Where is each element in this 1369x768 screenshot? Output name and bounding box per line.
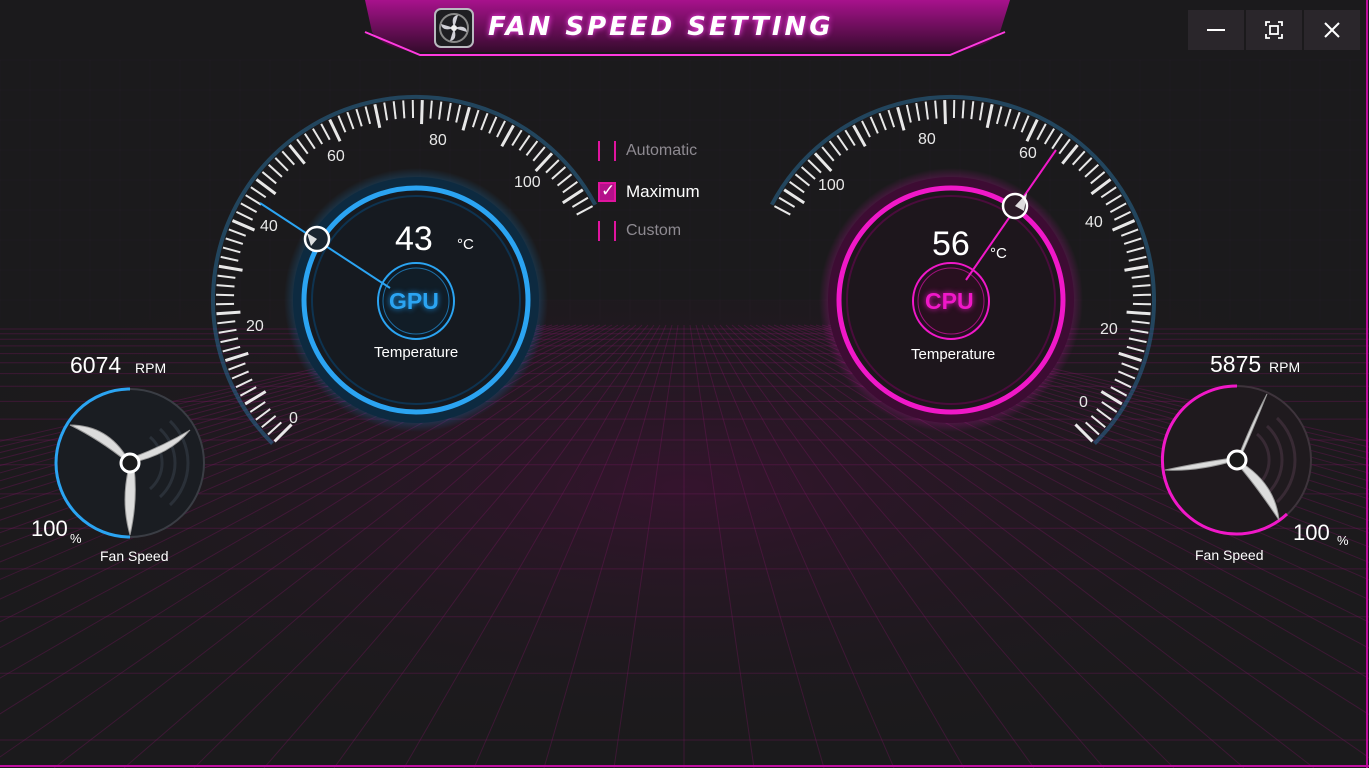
gpu-fan-rpm: 6074 bbox=[70, 352, 122, 378]
gpu-temperature-label: Temperature bbox=[374, 344, 459, 361]
gpu-scale-80: 80 bbox=[429, 132, 447, 149]
fan-speed-window: FAN SPEED SETTING Automatic Maximum Cust… bbox=[0, 0, 1369, 768]
cpu-scale-40: 40 bbox=[1085, 214, 1103, 231]
gpu-fan-speed-label: Fan Speed bbox=[100, 548, 169, 564]
close-button[interactable] bbox=[1304, 10, 1360, 50]
cpu-temperature-unit: °C bbox=[990, 245, 1007, 262]
gpu-scale-20: 20 bbox=[246, 318, 264, 335]
gpu-fan-percent-unit: % bbox=[70, 531, 82, 546]
cpu-fan-rpm-unit: RPM bbox=[1269, 359, 1301, 375]
window-title: FAN SPEED SETTING bbox=[488, 12, 834, 42]
cpu-scale-60: 60 bbox=[1019, 145, 1037, 162]
fan-logo-icon bbox=[434, 8, 474, 48]
maximum-checkbox[interactable] bbox=[598, 181, 616, 202]
maximize-button[interactable] bbox=[1246, 10, 1302, 50]
minimize-button[interactable] bbox=[1188, 10, 1244, 50]
minimize-icon bbox=[1207, 29, 1225, 31]
gpu-fan-icon bbox=[54, 387, 205, 539]
custom-checkbox[interactable] bbox=[598, 221, 616, 241]
gpu-scale-60: 60 bbox=[327, 148, 345, 165]
maximize-icon bbox=[1265, 21, 1283, 39]
gpu-scale-40: 40 bbox=[260, 218, 278, 235]
maximum-label: Maximum bbox=[626, 182, 700, 201]
cpu-scale-20: 20 bbox=[1100, 321, 1118, 338]
cpu-label: CPU bbox=[925, 288, 974, 314]
automatic-checkbox[interactable] bbox=[598, 141, 616, 161]
gpu-temperature-value: 43 bbox=[395, 220, 433, 258]
cpu-fan-icon bbox=[1160, 384, 1312, 536]
cpu-temperature-value: 56 bbox=[932, 225, 970, 263]
gpu-fan-rpm-unit: RPM bbox=[135, 360, 167, 376]
mode-automatic[interactable]: Automatic bbox=[598, 139, 697, 163]
cpu-fan-speed-label: Fan Speed bbox=[1195, 547, 1264, 563]
gpu-fan-percent: 100 bbox=[31, 516, 68, 541]
cpu-temperature-label: Temperature bbox=[911, 346, 996, 363]
gpu-temperature-unit: °C bbox=[457, 236, 474, 253]
close-icon bbox=[1324, 22, 1340, 38]
gpu-label: GPU bbox=[389, 288, 439, 314]
mode-maximum[interactable]: Maximum bbox=[598, 180, 700, 204]
cpu-scale-80: 80 bbox=[918, 131, 936, 148]
cpu-fan-percent-unit: % bbox=[1337, 533, 1349, 548]
gpu-scale-0: 0 bbox=[289, 410, 298, 427]
cpu-scale-100: 100 bbox=[818, 177, 845, 194]
gpu-scale-100: 100 bbox=[514, 174, 541, 191]
cpu-fan-rpm: 5875 bbox=[1210, 351, 1262, 377]
cpu-scale-0: 0 bbox=[1079, 394, 1088, 411]
automatic-label: Automatic bbox=[626, 142, 698, 159]
mode-custom[interactable]: Custom bbox=[598, 219, 681, 243]
cpu-fan-percent: 100 bbox=[1293, 520, 1330, 545]
custom-label: Custom bbox=[626, 222, 682, 239]
